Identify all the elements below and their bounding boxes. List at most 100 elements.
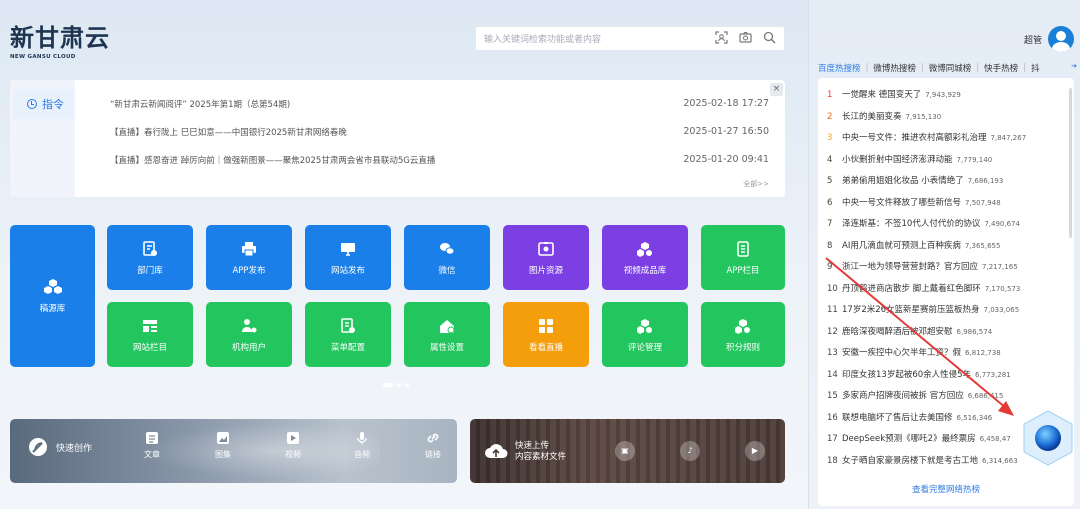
hot-rank: 15: [827, 391, 838, 401]
tile-label: 视频成品库: [623, 265, 667, 276]
tile-wechat[interactable]: 微信: [404, 225, 490, 290]
hot-count: 6,686,415: [967, 392, 1004, 400]
upload-line1: 快速上传: [515, 441, 550, 451]
scan-icon[interactable]: [714, 31, 728, 45]
notice-item[interactable]: 【直播】感恩奋进 踔厉向前｜做强新图景——聚焦2025甘肃两会省市县联动5G云直…: [110, 154, 769, 168]
tile-source-library[interactable]: 稿源库: [10, 225, 95, 367]
hot-list-item[interactable]: 6 中央一号文件释放了哪些新信号 7,507,948: [827, 196, 1064, 210]
notice-tag[interactable]: 指令: [13, 89, 73, 119]
pagination-dot[interactable]: [383, 383, 393, 387]
hot-rank: 1: [827, 90, 833, 100]
hot-list-item[interactable]: 9 浙江一地为领导营营封路？官方回应 7,217,165: [827, 260, 1064, 274]
tab-weibo-local[interactable]: 微博同城榜: [929, 62, 972, 74]
tile-label: 稿源库: [39, 304, 66, 314]
upload-video-icon[interactable]: ▶: [745, 441, 765, 461]
brand-logo[interactable]: 新甘肃云 NEW GANSU CLOUD: [10, 18, 110, 60]
avatar[interactable]: [1048, 26, 1074, 52]
upload-audio-icon[interactable]: ♪: [680, 441, 700, 461]
notice-more-link[interactable]: 全部>>: [743, 179, 769, 189]
hot-rank: 12: [827, 326, 838, 337]
tab-baidu-hot[interactable]: 百度热搜榜: [818, 62, 861, 74]
upload-line2: 内容素材文件: [515, 452, 567, 462]
quick-gallery-button[interactable]: 图集: [215, 431, 231, 460]
close-icon[interactable]: ×: [770, 83, 783, 96]
tile-menu-config[interactable]: 菜单配置: [305, 302, 391, 367]
hot-title: 丹顶鹤进商店散步 脚上戴着红色脚环: [842, 283, 981, 294]
hot-list-item[interactable]: 10 丹顶鹤进商店散步 脚上戴着红色脚环 7,170,573: [827, 282, 1064, 296]
hot-count: 6,986,574: [956, 327, 993, 336]
tile-image-resources[interactable]: 图片资源: [503, 225, 589, 290]
notice-item[interactable]: “新甘肃云新闻阅评” 2025年第1期（总第54期) 2025-02-18 17…: [110, 98, 769, 112]
quick-create-title-label: 快速创作: [56, 443, 93, 454]
hot-list-item[interactable]: 7 泽连斯基：不签10代人付代价的协议 7,490,674: [827, 217, 1064, 231]
hot-title: 弟弟偷用姐姐化妆品 小表情绝了: [842, 176, 964, 186]
tab-weibo-hot[interactable]: 微博热搜榜: [873, 62, 916, 74]
camera-icon[interactable]: [738, 31, 752, 45]
app-list-icon: [734, 240, 752, 258]
hot-rank: 7: [827, 219, 833, 229]
quick-article-button[interactable]: 文章: [144, 431, 160, 460]
carousel-pagination: [383, 383, 409, 387]
tile-label: 看看直播: [528, 342, 563, 353]
pagination-dot[interactable]: [405, 383, 409, 387]
tab-douyin[interactable]: 抖: [1031, 62, 1040, 74]
upload-image-icon[interactable]: ▣: [615, 441, 635, 461]
quick-upload-panel[interactable]: 快速上传 内容素材文件 ▣ ♪ ▶: [470, 419, 785, 483]
tab-scroll-right-icon[interactable]: ➔: [1071, 62, 1077, 70]
hot-list-item[interactable]: 1 一觉醒来 德国变天了 7,943,929: [827, 88, 1064, 102]
tile-website-columns[interactable]: 网站栏目: [107, 302, 193, 367]
quick-video-button[interactable]: 视频: [285, 431, 301, 460]
floating-assistant-icon[interactable]: [1022, 410, 1074, 466]
monitor-icon: [339, 240, 357, 258]
hot-list-item[interactable]: 11 17岁2米26女篮新星赛前压篮板热身 7,033,065: [827, 303, 1064, 317]
search-input[interactable]: [476, 28, 706, 52]
pagination-dot[interactable]: [397, 383, 401, 387]
tile-org-users[interactable]: 机构用户: [206, 302, 292, 367]
upload-text: 快速上传 内容素材文件: [515, 441, 566, 463]
hot-rank: 4: [827, 154, 833, 165]
tile-app-columns[interactable]: APP栏目: [701, 225, 785, 290]
printer-icon: [240, 240, 258, 258]
hot-list-item[interactable]: 3 中央一号文件：推进农村高额彩礼治理 7,847,267: [827, 131, 1064, 145]
cloud-upload-icon: [485, 444, 508, 458]
video-icon: [285, 431, 301, 449]
tile-video-library[interactable]: 视频成品库: [602, 225, 688, 290]
quick-item-label: 文章: [144, 450, 160, 459]
tile-department-library[interactable]: 部门库: [107, 225, 193, 290]
hot-list-item[interactable]: 13 安徽一疾控中心欠半年工资？假 6,812,738: [827, 346, 1064, 360]
scrollbar[interactable]: [1069, 88, 1072, 238]
search-icon[interactable]: [762, 31, 776, 45]
hot-list-item[interactable]: 2 长江的美丽变奏 7,915,130: [827, 110, 1064, 124]
hot-rank: 6: [827, 197, 833, 208]
hot-title: 女子晒自家豪景房楼下就是考古工地: [842, 455, 979, 466]
tile-label: 部门库: [137, 265, 163, 276]
hot-tabs: 百度热搜榜 | 微博热搜榜 | 微博同城榜 | 快手热榜 | 抖: [818, 62, 1040, 74]
cubes-icon: [43, 278, 62, 296]
notice-item[interactable]: 【直播】春行陇上 巳巳如意——中国银行2025新甘肃网络春晚 2025-01-2…: [110, 126, 769, 140]
hot-list-item[interactable]: 8 AI用几滴血就可预测上百种疾病 7,365,655: [827, 239, 1064, 253]
tile-points-rules[interactable]: 积分规则: [701, 302, 785, 367]
hot-list-item[interactable]: 12 鹿晗深夜喝醉酒后被邓超安慰 6,986,574: [827, 325, 1064, 339]
tile-comment-management[interactable]: 评论管理: [602, 302, 688, 367]
tile-label: 网站栏目: [132, 342, 167, 353]
microphone-icon: [354, 431, 370, 449]
hot-list-item[interactable]: 14 印度女孩13岁起被60余人性侵5年 6,773,281: [827, 368, 1064, 382]
hot-list-item[interactable]: 5 弟弟偷用姐姐化妆品 小表情绝了 7,686,193: [827, 174, 1064, 188]
tile-label: 菜单配置: [330, 342, 365, 353]
tile-website-publish[interactable]: 网站发布: [305, 225, 391, 290]
hot-title: 17岁2米26女篮新星赛前压篮板热身: [842, 305, 980, 315]
hot-list-item[interactable]: 4 小伙删折射中国经济澎湃动能 7,779,140: [827, 153, 1064, 167]
user-name[interactable]: 超管: [1024, 33, 1042, 46]
quick-audio-button[interactable]: 音频: [354, 431, 370, 460]
quick-create-title[interactable]: 快速创作: [28, 437, 92, 457]
tile-attribute-settings[interactable]: 属性设置: [404, 302, 490, 367]
tile-app-publish[interactable]: APP发布: [206, 225, 292, 290]
tile-live-stream[interactable]: 看看直播: [503, 302, 589, 367]
tab-kuaishou-hot[interactable]: 快手热榜: [984, 62, 1018, 74]
house-gear-icon: [438, 317, 456, 335]
quick-link-button[interactable]: 链接: [425, 431, 441, 460]
tile-label: 图片资源: [528, 265, 563, 276]
hot-rank: 17: [827, 434, 838, 444]
view-full-hot-list-link[interactable]: 查看完整网络热榜: [818, 483, 1074, 495]
hot-list-item[interactable]: 15 多家商户招牌夜间被拆 官方回应 6,686,415: [827, 389, 1064, 403]
